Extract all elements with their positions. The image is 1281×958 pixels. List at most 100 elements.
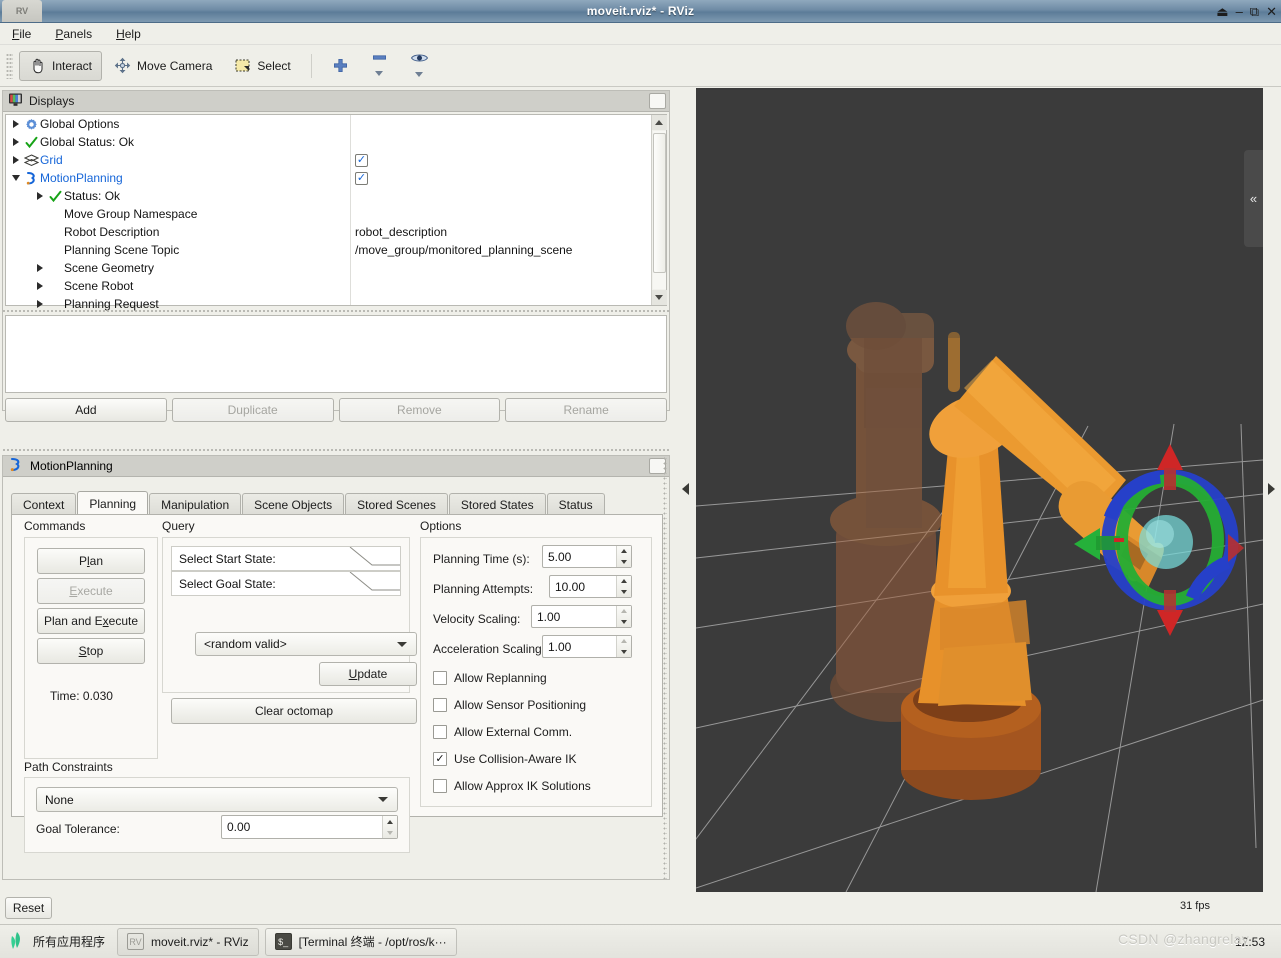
- chevron-right-icon[interactable]: [9, 138, 22, 146]
- left-panel-expander[interactable]: [681, 482, 691, 496]
- display-enabled-checkbox[interactable]: ✓: [355, 153, 368, 167]
- velocity-scaling-value[interactable]: 1.00: [532, 610, 616, 624]
- remove-view-button[interactable]: [361, 51, 398, 81]
- close-button[interactable]: ✕: [1266, 5, 1277, 18]
- displays-splitter[interactable]: [3, 307, 669, 314]
- move-camera-tool-button[interactable]: Move Camera: [104, 51, 222, 81]
- update-query-button[interactable]: Update: [319, 662, 417, 686]
- planning-time-stepper[interactable]: [616, 546, 631, 567]
- toolbar-grip[interactable]: [6, 52, 13, 79]
- taskbar-item-rviz[interactable]: RV moveit.rviz* - RViz: [117, 927, 259, 956]
- scroll-thumb[interactable]: [652, 133, 666, 273]
- option-checkbox-row[interactable]: Allow Approx IK Solutions: [433, 779, 591, 793]
- clear-octomap-button[interactable]: Clear octomap: [171, 698, 417, 724]
- add-view-button[interactable]: [322, 51, 359, 81]
- display-tree-item[interactable]: Planning Scene Topic: [6, 241, 350, 259]
- checkbox[interactable]: [433, 779, 447, 793]
- tab-context[interactable]: Context: [11, 493, 77, 516]
- select-start-state-row[interactable]: Select Start State:: [171, 546, 401, 571]
- tab-manipulation[interactable]: Manipulation: [149, 493, 242, 516]
- displays-tree[interactable]: Global Options Global Status: Ok Grid Motio…: [5, 114, 667, 311]
- duplicate-display-button[interactable]: Duplicate: [171, 398, 334, 422]
- step-up-button[interactable]: [617, 576, 631, 587]
- planning-attempts-spinner[interactable]: 10.00: [549, 575, 632, 598]
- acceleration-scaling-stepper[interactable]: [616, 636, 631, 657]
- select-goal-state-row[interactable]: Select Goal State:: [171, 571, 401, 596]
- acceleration-scaling-spinner[interactable]: 1.00: [542, 635, 632, 658]
- display-tree-item[interactable]: Scene Robot: [6, 277, 350, 295]
- display-tree-item-value[interactable]: robot_description: [355, 225, 447, 239]
- display-tree-item[interactable]: Global Options: [6, 115, 350, 133]
- planning-time-spinner[interactable]: 5.00: [542, 545, 632, 568]
- checkbox[interactable]: [433, 671, 447, 685]
- chevron-right-icon[interactable]: [33, 192, 46, 200]
- chevron-right-icon[interactable]: [9, 156, 22, 164]
- goal-state-select[interactable]: <random valid>: [195, 632, 417, 656]
- scroll-track[interactable]: [652, 131, 666, 289]
- velocity-scaling-spinner[interactable]: 1.00: [531, 605, 632, 628]
- display-tree-item[interactable]: Move Group Namespace: [6, 205, 350, 223]
- remove-display-button[interactable]: Remove: [338, 398, 501, 422]
- velocity-scaling-stepper[interactable]: [616, 606, 631, 627]
- scroll-down-button[interactable]: [651, 290, 667, 305]
- motion-planning-scroll-hint[interactable]: [663, 456, 667, 879]
- 3d-viewport[interactable]: «: [696, 88, 1263, 892]
- display-tree-item-value[interactable]: /move_group/monitored_planning_scene: [355, 243, 572, 257]
- step-down-button[interactable]: [617, 617, 631, 628]
- menu-file[interactable]: FFileile: [8, 25, 35, 43]
- tab-status[interactable]: Status: [546, 493, 605, 516]
- planning-time-value[interactable]: 5.00: [543, 550, 616, 564]
- panel-splitter[interactable]: [2, 446, 670, 453]
- checkbox[interactable]: [433, 698, 447, 712]
- all-applications-button[interactable]: 所有应用程序: [8, 931, 111, 953]
- scroll-up-button[interactable]: [651, 115, 667, 130]
- display-tree-item[interactable]: Global Status: Ok: [6, 133, 350, 151]
- step-down-button[interactable]: [383, 827, 397, 838]
- step-down-button[interactable]: [617, 587, 631, 598]
- interact-tool-button[interactable]: Interact: [19, 50, 103, 81]
- menu-help[interactable]: Help: [112, 25, 145, 43]
- shade-button[interactable]: ⏏: [1216, 5, 1228, 18]
- display-tree-item[interactable]: Robot Description: [6, 223, 350, 241]
- focus-camera-button[interactable]: [400, 51, 439, 81]
- plan-button[interactable]: Pl an: [37, 548, 145, 574]
- chevron-right-icon[interactable]: [33, 264, 46, 272]
- goal-tolerance-spinner[interactable]: 0.00: [221, 815, 398, 839]
- display-tree-item[interactable]: Scene Geometry: [6, 259, 350, 277]
- option-checkbox-row[interactable]: Allow Sensor Positioning: [433, 698, 586, 712]
- step-down-button[interactable]: [617, 647, 631, 658]
- tab-stored-scenes[interactable]: Stored Scenes: [345, 493, 448, 516]
- right-panel-expander[interactable]: [1266, 482, 1276, 496]
- step-up-button[interactable]: [617, 546, 631, 557]
- display-tree-item[interactable]: Status: Ok: [6, 187, 350, 205]
- display-tree-item[interactable]: MotionPlanning: [6, 169, 350, 187]
- execute-button[interactable]: Execute: [37, 578, 145, 604]
- menu-panels[interactable]: Panels: [51, 25, 96, 43]
- display-tree-item[interactable]: Grid: [6, 151, 350, 169]
- reset-button[interactable]: Reset: [5, 897, 52, 919]
- step-up-button[interactable]: [617, 606, 631, 617]
- acceleration-scaling-value[interactable]: 1.00: [543, 640, 616, 654]
- checkbox[interactable]: [433, 725, 447, 739]
- option-checkbox-row[interactable]: ✓ Use Collision-Aware IK: [433, 752, 577, 766]
- chevron-right-icon[interactable]: [33, 282, 46, 290]
- step-down-button[interactable]: [617, 557, 631, 568]
- path-constraint-select[interactable]: None: [36, 787, 398, 812]
- goal-tolerance-value[interactable]: 0.00: [222, 820, 382, 834]
- maximize-button[interactable]: ⧉: [1250, 5, 1259, 18]
- stop-button[interactable]: Stop: [37, 638, 145, 664]
- taskbar-item-terminal[interactable]: $_ [Terminal 终端 - /opt/ros/k···: [264, 927, 457, 956]
- display-enabled-checkbox[interactable]: ✓: [355, 171, 368, 185]
- viewport-collapse-handle[interactable]: «: [1244, 150, 1263, 247]
- tab-scene-objects[interactable]: Scene Objects: [242, 493, 345, 516]
- checkbox[interactable]: ✓: [433, 752, 447, 766]
- goal-tolerance-stepper[interactable]: [382, 816, 397, 838]
- tab-planning[interactable]: Planning: [77, 491, 149, 516]
- planning-attempts-stepper[interactable]: [616, 576, 631, 597]
- displays-scrollbar[interactable]: [651, 115, 667, 305]
- chevron-down-icon[interactable]: [9, 175, 22, 181]
- tab-stored-states[interactable]: Stored States: [448, 493, 546, 516]
- step-up-button[interactable]: [617, 636, 631, 647]
- minimize-button[interactable]: –: [1236, 5, 1243, 18]
- select-tool-button[interactable]: Select: [224, 51, 300, 81]
